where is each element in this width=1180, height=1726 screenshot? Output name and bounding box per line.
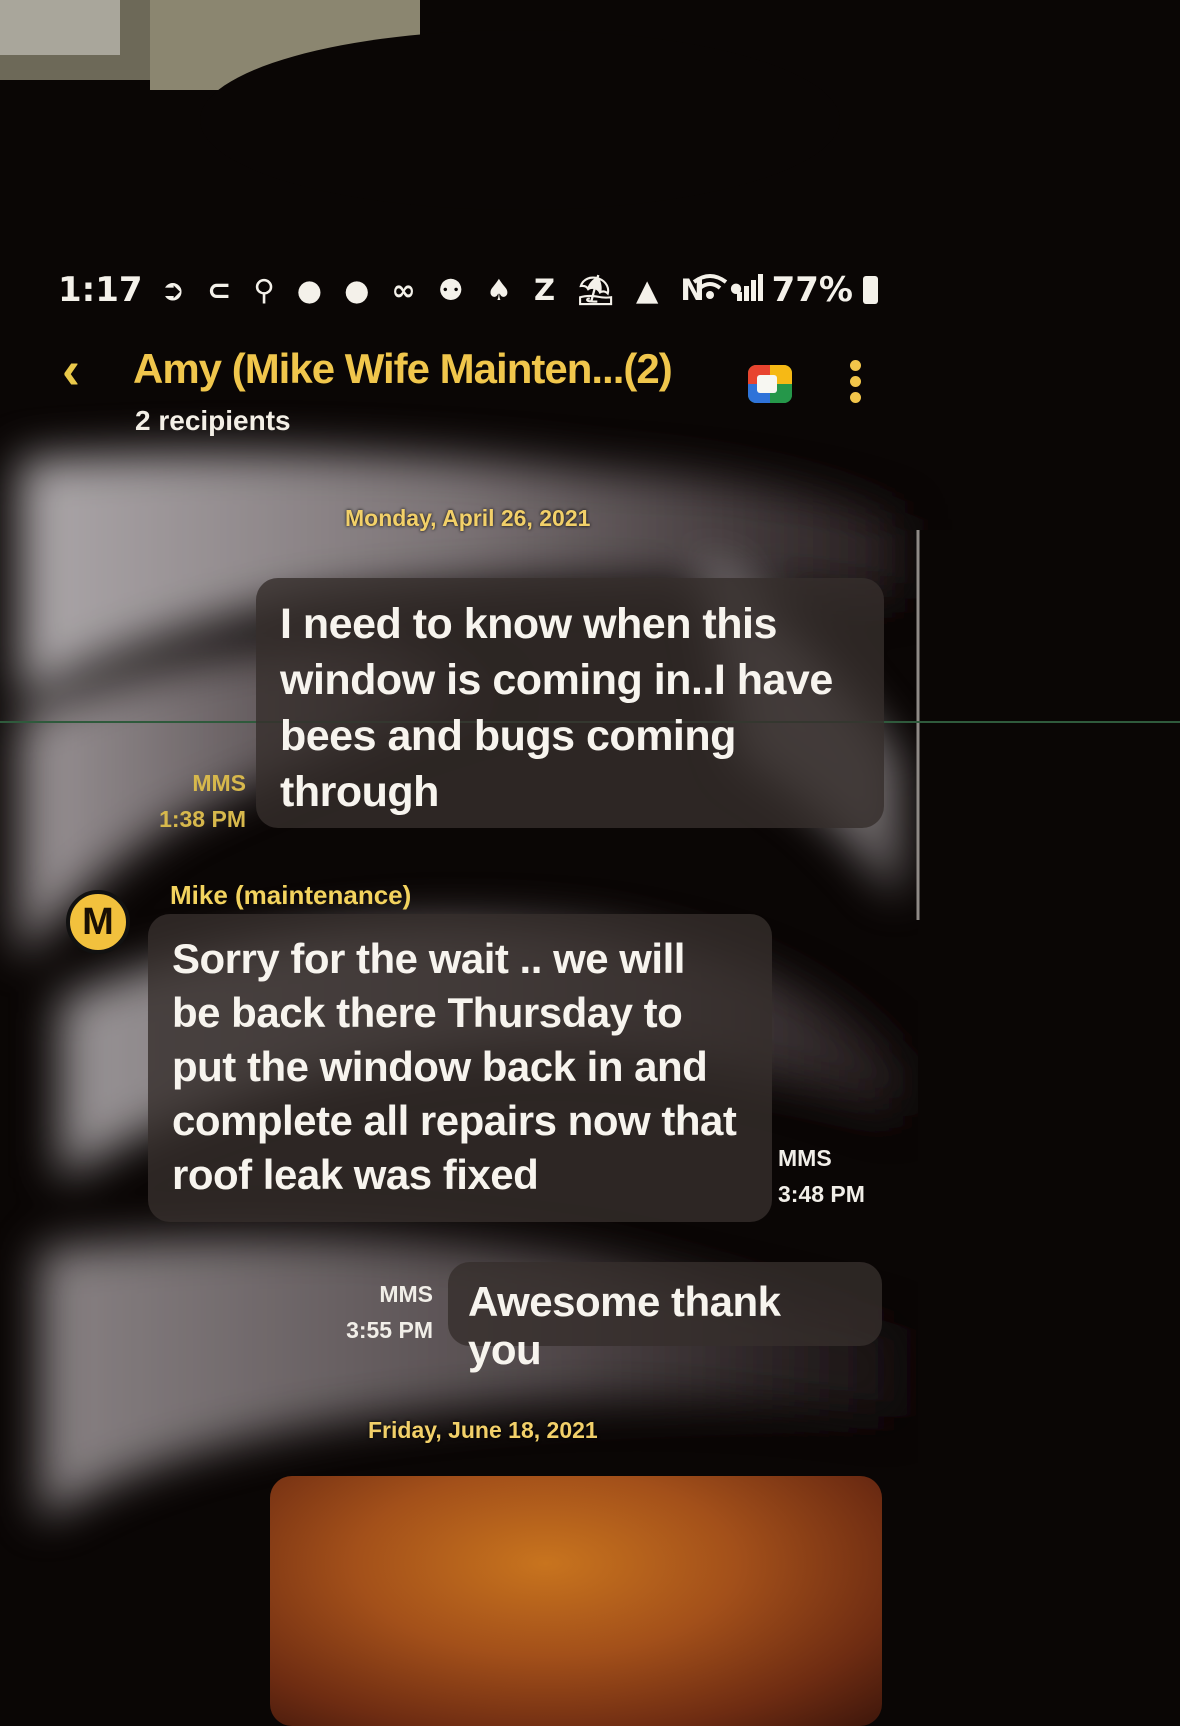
message-line: I need to know when this — [280, 600, 777, 648]
status-bar: 1:17 ➲ ⊂ ⚲ ● ● ∞ ⚉ ♠ Z ⛱ ▲ N • 77% — [58, 265, 878, 315]
message-line: be back there Thursday to — [172, 989, 683, 1036]
status-time: 1:17 — [58, 270, 143, 310]
date-separator: Monday, April 26, 2021 — [345, 505, 591, 531]
battery-icon — [863, 276, 878, 304]
photo-background — [0, 0, 1180, 1715]
message-line: put the window back in and — [172, 1043, 708, 1090]
message-time: 3:55 PM — [346, 1317, 433, 1343]
message-line: Sorry for the wait .. we will — [172, 935, 685, 982]
sender-name: Mike (maintenance) — [170, 880, 412, 910]
signal-icon — [736, 272, 764, 309]
message-bubble-outgoing[interactable]: Awesome thank you — [448, 1262, 882, 1373]
battery-percent: 77% — [771, 270, 853, 310]
message-bubble-incoming[interactable]: Sorry for the wait .. we will be back th… — [148, 914, 772, 1222]
conversation-title: Amy (Mike Wife Mainten...(2) — [133, 345, 673, 392]
message-line: through — [280, 768, 439, 816]
image-attachment[interactable] — [270, 1476, 882, 1726]
message-type: MMS — [778, 1145, 832, 1171]
message-time: 1:38 PM — [159, 806, 246, 832]
message-line: Awesome thank you — [468, 1278, 781, 1373]
message-line: window is coming in..I have — [280, 656, 833, 704]
contact-avatar[interactable]: M — [66, 890, 130, 954]
recipients-count[interactable]: 2 recipients — [135, 405, 291, 437]
date-separator: Friday, June 18, 2021 — [368, 1417, 598, 1443]
notification-icons: ➲ ⊂ ⚲ ● ● ∞ ⚉ ♠ Z ⛱ ▲ N • — [160, 272, 752, 307]
message-line: roof leak was fixed — [172, 1151, 539, 1198]
wifi-icon — [692, 272, 728, 309]
message-type: MMS — [379, 1281, 433, 1307]
back-icon[interactable]: ‹ — [62, 343, 80, 397]
message-line: complete all repairs now that — [172, 1097, 737, 1144]
message-meta: MMS 1:38 PM — [150, 765, 246, 837]
message-type: MMS — [192, 770, 246, 796]
message-meta: MMS 3:55 PM — [335, 1276, 433, 1348]
message-time: 3:48 PM — [778, 1181, 865, 1207]
message-meta: MMS 3:48 PM — [778, 1140, 865, 1212]
video-call-icon[interactable] — [748, 365, 792, 403]
message-line: bees and bugs coming — [280, 712, 736, 760]
message-bubble-outgoing[interactable]: I need to know when this window is comin… — [256, 578, 884, 828]
conversation-header: ‹ Amy (Mike Wife Mainten...(2) 2 recipie… — [0, 335, 880, 455]
status-right: 77% — [692, 265, 878, 315]
more-options-icon[interactable] — [850, 360, 861, 403]
